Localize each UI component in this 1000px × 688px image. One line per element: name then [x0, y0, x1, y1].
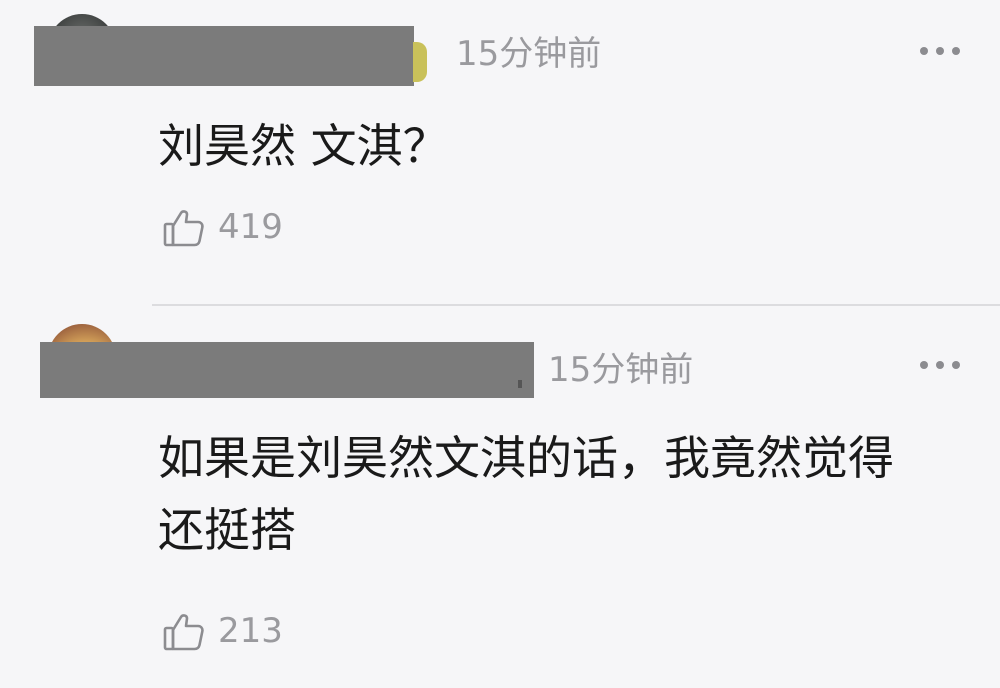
- more-dots-icon[interactable]: [920, 358, 960, 372]
- thumbs-up-icon: [163, 210, 204, 247]
- like-count: 419: [218, 207, 283, 247]
- more-dots-icon[interactable]: [920, 44, 960, 58]
- like-button[interactable]: 213: [162, 608, 283, 654]
- like-button[interactable]: 419: [162, 204, 283, 250]
- thumbs-up-icon: [163, 614, 204, 651]
- comment-item: 15分钟前 如果是刘昊然文淇的话，我竟然觉得还挺搭 213: [0, 306, 1000, 688]
- comment-time: 15分钟前: [548, 350, 694, 390]
- redacted-username: [40, 342, 534, 398]
- redaction-artifact: [518, 380, 522, 388]
- user-badge-icon: [413, 42, 427, 82]
- like-count: 213: [218, 611, 283, 651]
- comment-item: 15分钟前 刘昊然 文淇？ 419: [0, 0, 1000, 305]
- comment-time: 15分钟前: [456, 34, 602, 74]
- redacted-username: [34, 26, 414, 86]
- comment-text: 如果是刘昊然文淇的话，我竟然觉得还挺搭: [158, 431, 894, 557]
- comment-text: 刘昊然 文淇？: [158, 119, 449, 173]
